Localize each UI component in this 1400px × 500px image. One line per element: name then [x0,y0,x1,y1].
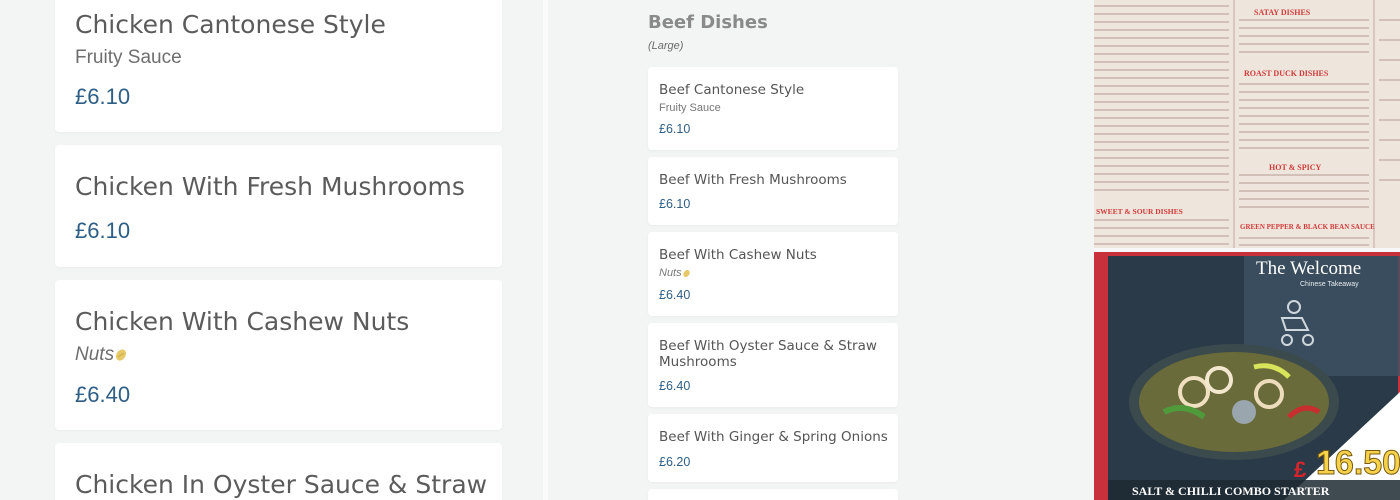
menu-photo[interactable]: SATAY DISHES ROAST DUCK DISHES HOT & SPI… [1094,0,1400,248]
promo-caption: SALT & CHILLI COMBO STARTER [1132,484,1330,498]
menu-item-price: £6.40 [659,379,691,393]
promo-price: 16.50 [1316,444,1400,482]
menu-item-card[interactable]: Beef With Ginger & Spring Onions £6.20 [648,414,898,482]
menu-item-price: £6.10 [75,218,131,243]
menu-item-name: Beef Cantonese Style [659,82,805,98]
menu-item-name: Beef With Ginger & Spring Onions [659,429,888,445]
middle-menu-panel: Beef Dishes (Large) Beef Cantonese Style… [548,0,1094,500]
nut-icon [116,349,127,361]
menu-item-price: £6.20 [659,455,691,469]
menu-item-card[interactable]: Beef With Cashew Nuts Nuts £6.40 [648,232,898,316]
allergen-label: Nuts [659,267,682,279]
menu-item-card[interactable]: Beef Cantonese Style Fruity Sauce £6.10 [648,67,898,150]
menu-item-allergen: Nuts [75,344,128,366]
menu-item-price: £6.10 [75,84,131,109]
menu-photo-image: SATAY DISHES ROAST DUCK DISHES HOT & SPI… [1094,0,1400,248]
menu-item-name: Chicken With Cashew Nuts [75,307,410,336]
menu-item-price: £6.40 [75,382,131,407]
promo-brand: The Welcome [1256,258,1361,279]
promo-photo-image: The Welcome Chinese Takeaway £ 16.50 SAL… [1094,252,1400,500]
menu-item-price: £6.40 [659,288,691,302]
left-menu-panel: Chicken Cantonese Style Fruity Sauce £6.… [0,0,543,500]
promo-currency: £ [1294,457,1307,482]
menu-item-card[interactable]: Chicken In Oyster Sauce & Straw [55,443,502,500]
menu-item-card[interactable]: Chicken With Fresh Mushrooms £6.10 [55,145,502,267]
menu-heading-sweet-sour: SWEET & SOUR DISHES [1096,207,1183,216]
allergen-label: Nuts [75,344,115,365]
nut-icon [682,269,690,277]
menu-heading-hot-spicy: HOT & SPICY [1269,163,1322,172]
menu-item-name: Beef With Oyster Sauce & Straw Mushrooms [659,338,877,370]
menu-item-allergen: Nuts [659,267,691,279]
menu-item-price: £6.10 [659,197,691,211]
menu-item-card[interactable]: Chicken With Cashew Nuts Nuts £6.40 [55,280,502,430]
menu-item-description: Fruity Sauce [75,47,182,68]
menu-item-description: Fruity Sauce [659,102,721,114]
menu-item-name: Beef With Fresh Mushrooms [659,172,847,188]
menu-item-card[interactable] [648,489,898,500]
menu-item-name: Beef With Cashew Nuts [659,247,817,263]
menu-item-name: Chicken Cantonese Style [75,10,386,39]
menu-item-price: £6.10 [659,122,691,136]
promo-tagline: Chinese Takeaway [1300,281,1359,288]
menu-heading-roast-duck: ROAST DUCK DISHES [1244,69,1329,78]
promo-photo[interactable]: The Welcome Chinese Takeaway £ 16.50 SAL… [1094,252,1400,500]
menu-heading-green-pepper: GREEN PEPPER & BLACK BEAN SAUCE [1240,223,1375,231]
menu-item-card[interactable]: Beef With Oyster Sauce & Straw Mushrooms… [648,323,898,407]
menu-heading-satay: SATAY DISHES [1254,8,1311,17]
section-subtitle: (Large) [648,40,684,52]
menu-item-name: Chicken In Oyster Sauce & Straw [75,470,488,499]
menu-item-card[interactable]: Chicken Cantonese Style Fruity Sauce £6.… [55,0,502,132]
menu-item-card[interactable]: Beef With Fresh Mushrooms £6.10 [648,157,898,225]
menu-item-name: Chicken With Fresh Mushrooms [75,172,465,201]
section-title: Beef Dishes [648,12,768,33]
